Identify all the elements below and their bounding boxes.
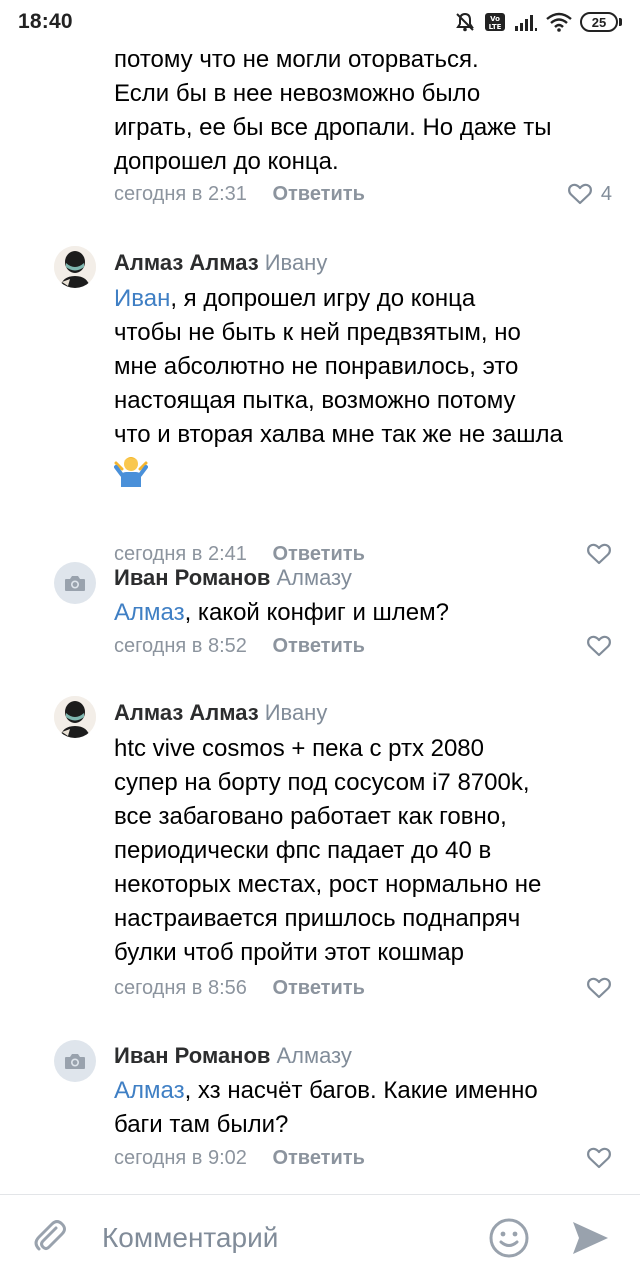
comment-time: сегодня в 2:31	[114, 183, 247, 205]
like-button[interactable]	[586, 634, 612, 658]
comment-time: сегодня в 8:52	[114, 635, 247, 657]
comment-text: Алмаз, какой конфиг и шлем?	[114, 599, 449, 626]
heart-icon	[587, 543, 611, 565]
svg-text:Vo: Vo	[490, 15, 500, 23]
like-button[interactable]	[586, 976, 612, 1000]
author-name[interactable]: Иван Романов	[114, 565, 270, 590]
avatar[interactable]	[54, 562, 96, 604]
comment-text: htc vive cosmos + пека с ртх 2080 супер …	[114, 735, 542, 966]
avatar[interactable]	[54, 1040, 96, 1082]
reply-to[interactable]: Ивану	[265, 700, 328, 725]
mention-link[interactable]: Иван	[114, 285, 170, 312]
status-bar: 18:40 Vo LTE 25	[0, 0, 640, 44]
heart-icon	[587, 635, 611, 657]
battery-icon: 25	[580, 12, 622, 32]
comment-time: сегодня в 9:02	[114, 1147, 247, 1169]
comment-text: Иван, я допрошел игру до конца чтобы не …	[114, 282, 624, 487]
avatar[interactable]	[54, 246, 96, 288]
wifi-icon	[546, 12, 572, 32]
reply-to[interactable]: Алмазу	[276, 565, 351, 590]
attach-icon[interactable]	[30, 1217, 70, 1262]
shrug-emoji	[114, 456, 148, 487]
author-name[interactable]: Алмаз Алмаз	[114, 700, 259, 725]
heart-icon	[587, 977, 611, 999]
comment-time: сегодня в 8:56	[114, 977, 247, 999]
like-button[interactable]: 4	[567, 182, 612, 206]
like-button[interactable]	[586, 542, 612, 566]
battery-level: 25	[580, 12, 618, 32]
smile-icon[interactable]	[488, 1217, 530, 1264]
mention-link[interactable]: Алмаз	[114, 1077, 185, 1104]
status-icons: Vo LTE 25	[454, 11, 622, 33]
comment-meta: сегодня в 8:52 Ответить	[114, 632, 365, 660]
comment-input[interactable]: Комментарий	[102, 1221, 278, 1255]
like-button[interactable]	[586, 1146, 612, 1170]
comment-time: сегодня в 2:41	[114, 543, 247, 565]
camera-icon	[65, 576, 85, 591]
comments-list[interactable]: потому что не могли оторваться. Если бы …	[0, 44, 640, 1194]
send-icon[interactable]	[570, 1219, 610, 1262]
reply-to[interactable]: Ивану	[265, 250, 328, 275]
comment-meta: сегодня в 8:56 Ответить	[114, 974, 365, 1002]
volte-icon: Vo LTE	[484, 11, 506, 33]
comment-header: Иван Романов Алмазу	[114, 563, 352, 593]
comment-meta: сегодня в 9:02 Ответить	[114, 1144, 365, 1172]
status-time: 18:40	[18, 10, 73, 33]
mute-icon	[454, 11, 476, 33]
comment-meta: сегодня в 2:31 Ответить	[114, 180, 365, 208]
comment-input-bar: Комментарий	[0, 1194, 640, 1280]
heart-icon	[587, 1147, 611, 1169]
reply-button[interactable]: Ответить	[272, 183, 364, 205]
reply-button[interactable]: Ответить	[272, 977, 364, 999]
heart-icon	[567, 183, 592, 205]
reply-button[interactable]: Ответить	[272, 635, 364, 657]
comment-text: Алмаз, хз насчёт багов. Какие именно баг…	[114, 1077, 538, 1138]
reply-to[interactable]: Алмазу	[276, 1043, 351, 1068]
signal-icon	[514, 12, 538, 32]
mention-link[interactable]: Алмаз	[114, 599, 185, 626]
reply-button[interactable]: Ответить	[272, 543, 364, 565]
author-name[interactable]: Иван Романов	[114, 1043, 270, 1068]
like-count: 4	[600, 182, 612, 205]
comment-header: Иван Романов Алмазу	[114, 1041, 352, 1071]
author-name[interactable]: Алмаз Алмаз	[114, 250, 259, 275]
camera-icon	[65, 1054, 85, 1069]
comment-text: потому что не могли оторваться. Если бы …	[114, 46, 552, 175]
svg-text:LTE: LTE	[489, 23, 502, 31]
comment-header: Алмаз Алмаз Ивану	[114, 698, 327, 728]
reply-button[interactable]: Ответить	[272, 1147, 364, 1169]
comment-header: Алмаз Алмаз Ивану	[114, 248, 327, 278]
avatar[interactable]	[54, 696, 96, 738]
